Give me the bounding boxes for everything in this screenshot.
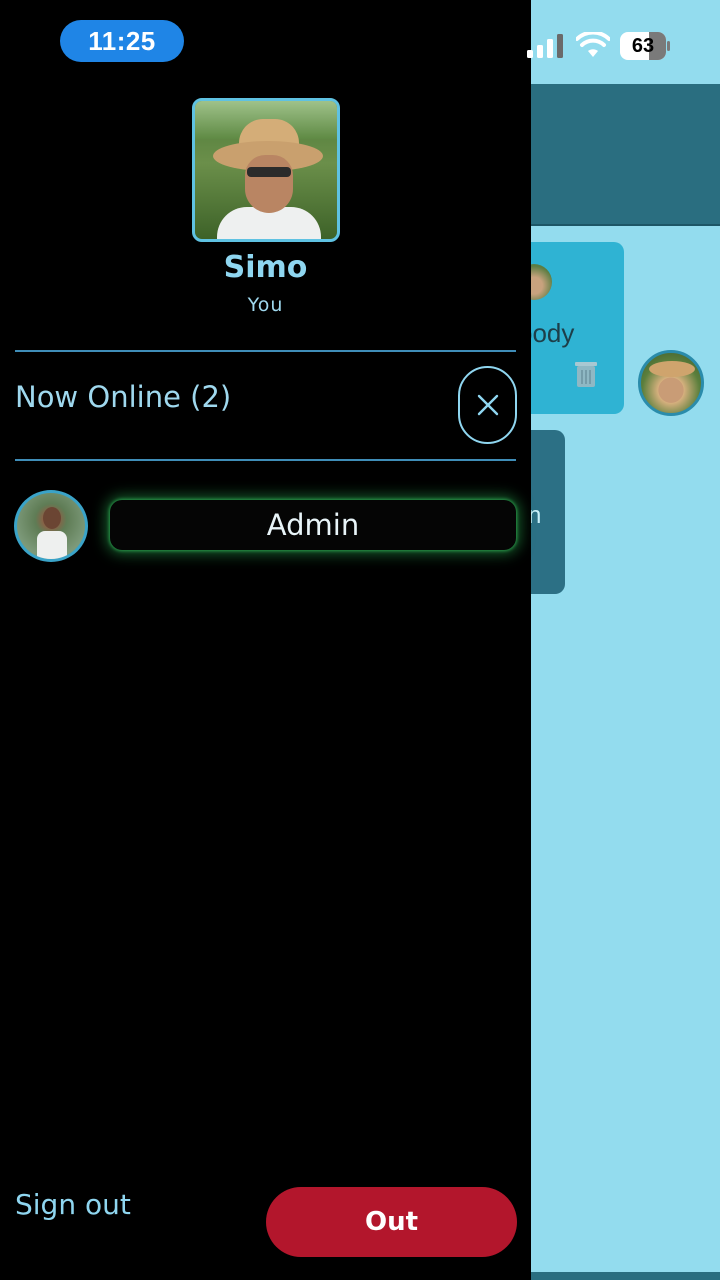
wifi-icon — [576, 32, 610, 57]
signal-icon — [527, 34, 563, 58]
online-section-title: Now Online (2) — [15, 380, 232, 414]
close-drawer-button[interactable] — [458, 366, 517, 444]
sender-avatar — [638, 350, 704, 416]
profile-subtitle: You — [247, 294, 284, 316]
status-bar: 11:25 63 — [0, 0, 720, 84]
profile-photo[interactable] — [192, 98, 340, 242]
divider — [15, 459, 516, 461]
trash-icon[interactable] — [574, 360, 598, 388]
divider — [15, 350, 516, 352]
battery-icon: 63 — [620, 32, 670, 60]
online-users-drawer: Simo You Now Online (2) Admin Sign out O… — [0, 0, 531, 1280]
out-button[interactable]: Out — [266, 1187, 517, 1257]
battery-level: 63 — [631, 34, 655, 57]
close-icon — [477, 394, 498, 416]
status-time: 11:25 — [60, 20, 184, 62]
sign-out-link[interactable]: Sign out — [15, 1188, 131, 1221]
online-user-avatar[interactable] — [14, 490, 88, 562]
profile-name: Simo — [223, 250, 308, 285]
online-user-item[interactable]: Admin — [110, 500, 516, 550]
